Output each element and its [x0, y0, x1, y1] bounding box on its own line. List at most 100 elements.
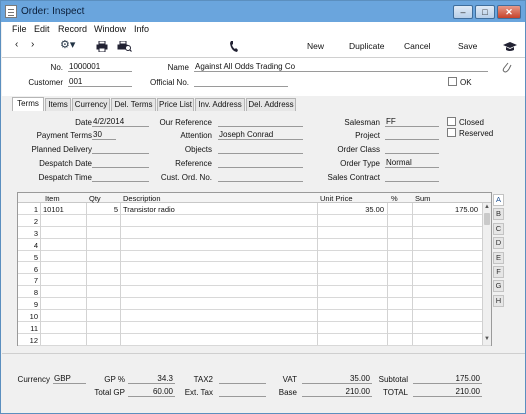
- menu-edit[interactable]: Edit: [34, 24, 50, 34]
- closed-label: Closed: [459, 118, 484, 127]
- unit-price-cell[interactable]: 35.00: [318, 205, 384, 214]
- new-button[interactable]: New: [307, 41, 324, 51]
- tab-terms[interactable]: Terms: [12, 97, 44, 112]
- col-qty-header: Qty: [89, 194, 101, 203]
- total-gp-field: 60.00: [128, 387, 175, 397]
- grid-scrollbar[interactable]: ▲ ▼: [482, 203, 491, 345]
- order-type-field[interactable]: Normal: [385, 158, 439, 168]
- tab-del-terms[interactable]: Del. Terms: [111, 98, 156, 111]
- field-tab-a[interactable]: A: [493, 194, 504, 206]
- phone-icon[interactable]: [229, 41, 238, 53]
- name-field[interactable]: Against All Odds Trading Co: [194, 62, 488, 72]
- graduation-cap-icon[interactable]: [503, 42, 517, 52]
- table-row[interactable]: 7: [18, 274, 491, 287]
- cancel-button[interactable]: Cancel: [404, 41, 430, 51]
- menu-record[interactable]: Record: [58, 24, 87, 34]
- menu-window[interactable]: Window: [94, 24, 126, 34]
- closed-checkbox[interactable]: [447, 117, 456, 126]
- table-row[interactable]: 12: [18, 334, 491, 346]
- field-tab-b[interactable]: B: [493, 208, 504, 221]
- date-field[interactable]: 4/2/2014: [92, 117, 149, 127]
- table-row[interactable]: 4: [18, 239, 491, 251]
- table-row[interactable]: 9: [18, 298, 491, 311]
- customer-label: Customer: [28, 78, 63, 87]
- col-divider: [412, 203, 413, 345]
- menu-info[interactable]: Info: [134, 24, 149, 34]
- salesman-field[interactable]: FF: [385, 117, 439, 127]
- field-tab-d[interactable]: D: [493, 237, 504, 250]
- customer-field[interactable]: 001: [68, 77, 132, 87]
- menu-bar: File Edit Record Window Info: [2, 22, 525, 36]
- our-reference-field[interactable]: [218, 117, 303, 127]
- reference-label: Reference: [175, 159, 212, 168]
- sales-contract-label: Sales Contract: [327, 173, 380, 182]
- table-row[interactable]: 5: [18, 251, 491, 263]
- order-class-field[interactable]: [385, 144, 439, 154]
- col-pct-header: %: [391, 194, 398, 203]
- payment-terms-field[interactable]: 30: [92, 130, 116, 140]
- objects-field[interactable]: [218, 144, 303, 154]
- despatch-date-field[interactable]: [92, 158, 149, 168]
- reserved-checkbox[interactable]: [447, 128, 456, 137]
- scroll-down-arrow-icon[interactable]: ▼: [484, 336, 490, 342]
- planned-delivery-field[interactable]: [92, 144, 149, 154]
- attention-field[interactable]: Joseph Conrad: [218, 130, 303, 140]
- field-tab-e[interactable]: E: [493, 251, 504, 264]
- scroll-thumb[interactable]: [484, 213, 490, 225]
- col-sum-header: Sum: [415, 194, 431, 203]
- print-icon[interactable]: [96, 41, 108, 52]
- tab-price-list[interactable]: Price List: [157, 98, 194, 111]
- tab-inv-address[interactable]: Inv. Address: [195, 98, 245, 111]
- currency-field[interactable]: GBP: [53, 374, 86, 384]
- ext-tax-field: [219, 387, 266, 397]
- row-number-cell: 11: [30, 324, 38, 333]
- maximize-button[interactable]: □: [475, 5, 495, 19]
- order-type-label: Order Type: [340, 159, 380, 168]
- table-row[interactable]: 1 10101 5 Transistor radio 35.00 175.00: [18, 203, 491, 215]
- table-row[interactable]: 11: [18, 322, 491, 334]
- duplicate-button[interactable]: Duplicate: [349, 41, 384, 51]
- minimize-button[interactable]: –: [453, 5, 473, 19]
- tab-del-address[interactable]: Del. Address: [246, 98, 296, 111]
- row-number-cell: 8: [33, 288, 38, 298]
- table-row[interactable]: 3: [18, 227, 491, 239]
- no-field[interactable]: 1000001: [68, 62, 132, 72]
- table-row[interactable]: 10: [18, 310, 491, 322]
- scroll-up-arrow-icon[interactable]: ▲: [484, 204, 490, 210]
- official-no-field[interactable]: [194, 77, 288, 87]
- gear-icon[interactable]: ⚙▾: [60, 38, 75, 51]
- qty-cell[interactable]: 5: [88, 205, 118, 214]
- back-arrow-icon[interactable]: ‹: [15, 39, 18, 50]
- description-cell[interactable]: Transistor radio: [123, 205, 313, 214]
- objects-label: Objects: [184, 145, 212, 154]
- field-tab-g[interactable]: G: [493, 280, 504, 293]
- print-preview-icon[interactable]: [117, 41, 132, 52]
- tab-currency[interactable]: Currency: [72, 98, 110, 111]
- forward-arrow-icon[interactable]: ›: [31, 39, 34, 50]
- close-button[interactable]: ✕: [497, 5, 521, 19]
- project-field[interactable]: [385, 130, 439, 140]
- terms-pane: Date 4/2/2014 Payment Terms 30 Planned D…: [8, 111, 520, 188]
- vat-field: 35.00: [302, 374, 372, 384]
- ok-checkbox[interactable]: [448, 77, 457, 86]
- menu-file[interactable]: File: [12, 24, 27, 34]
- field-tab-h[interactable]: H: [493, 294, 504, 307]
- currency-label: Currency: [17, 375, 50, 384]
- field-tab-f[interactable]: F: [493, 266, 504, 278]
- table-row[interactable]: 8: [18, 286, 491, 299]
- paperclip-icon[interactable]: [502, 61, 512, 73]
- reference-field[interactable]: [218, 158, 303, 168]
- field-tab-c[interactable]: C: [493, 222, 504, 235]
- item-cell[interactable]: 10101: [43, 205, 85, 214]
- row-number-cell: 9: [33, 300, 38, 310]
- order-window: Order: Inspect – □ ✕ File Edit Record Wi…: [0, 0, 526, 414]
- table-row[interactable]: 2: [18, 215, 491, 227]
- cust-ord-no-label: Cust. Ord. No.: [160, 173, 212, 182]
- tab-items[interactable]: Items: [45, 98, 71, 111]
- cust-ord-no-field[interactable]: [218, 172, 303, 182]
- table-row[interactable]: 6: [18, 263, 491, 275]
- save-button[interactable]: Save: [458, 41, 477, 51]
- sum-cell[interactable]: 175.00: [413, 205, 478, 214]
- sales-contract-field[interactable]: [385, 172, 439, 182]
- despatch-time-field[interactable]: [92, 172, 149, 182]
